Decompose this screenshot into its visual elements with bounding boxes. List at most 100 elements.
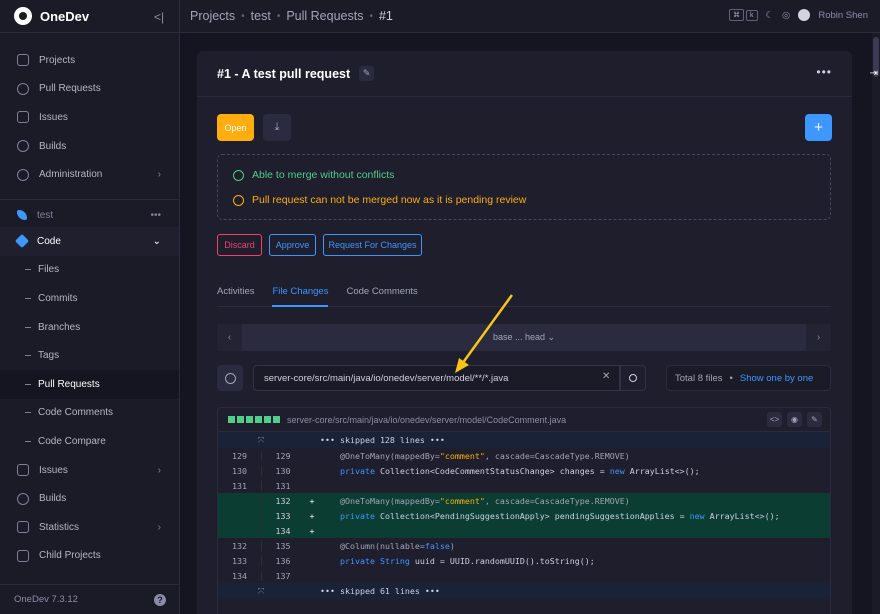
sidebar-item-branches[interactable]: Branches <box>0 313 179 342</box>
sidebar-item-label: Projects <box>39 54 76 66</box>
download-button[interactable]: ⤓ <box>263 114 291 141</box>
sidebar-item-project-issues[interactable]: Issues › <box>0 456 179 485</box>
play-icon <box>17 492 29 505</box>
version-label: OneDev 7.3.12 <box>14 594 78 605</box>
breadcrumb-projects[interactable]: Projects <box>190 9 235 23</box>
sidebar-item-administration[interactable]: Administration › <box>0 160 179 189</box>
sidebar-item-label: Builds <box>39 140 67 152</box>
sidebar-item-code[interactable]: Code ⌄ <box>0 226 179 256</box>
clear-icon[interactable]: ✕ <box>602 371 610 382</box>
gear-icon <box>17 168 29 181</box>
k-key-hint[interactable]: k <box>746 9 758 21</box>
chevron-right-icon: › <box>157 464 161 476</box>
sidebar: OneDev <| Projects Pull Requests Issues … <box>0 0 180 614</box>
skipped-lines-row[interactable]: ⤧ ••• skipped 61 lines ••• <box>218 583 830 599</box>
git-icon <box>14 234 30 249</box>
merge-warn-line: Pull request can not be merged now as it… <box>233 194 526 206</box>
sidebar-item-issues[interactable]: Issues <box>0 103 179 132</box>
sidebar-item-commits[interactable]: Commits <box>0 284 179 313</box>
edit-title-button[interactable]: ✎ <box>359 66 375 81</box>
sidebar-item-statistics[interactable]: Statistics › <box>0 513 179 542</box>
merge-warn-text: Pull request can not be merged now as it… <box>252 194 527 206</box>
next-icon[interactable]: › <box>806 324 831 351</box>
discard-button[interactable]: Discard <box>217 234 262 256</box>
command-key-hint[interactable]: ⌘ <box>729 9 745 21</box>
breadcrumb-separator: • <box>276 10 281 22</box>
expand-icon: ⤧ <box>257 434 265 445</box>
compare-selector[interactable]: base ... head ⌄ <box>217 332 831 343</box>
edit-icon[interactable]: ✎ <box>807 412 822 427</box>
sidebar-item-label: Issues <box>39 464 68 476</box>
merge-ok-text: Able to merge without conflicts <box>252 169 395 181</box>
more-actions-icon[interactable]: ••• <box>816 65 832 79</box>
breadcrumb-separator: • <box>241 10 245 22</box>
file-diff: server-core/src/main/java/io/onedev/serv… <box>217 407 831 614</box>
tab-activities[interactable]: Activities <box>217 279 254 306</box>
onedev-logo-icon <box>14 7 32 25</box>
sidebar-item-project-builds[interactable]: Builds <box>0 484 179 513</box>
diff-line: 129 129 @OneToMany(mappedBy="comment", ca… <box>232 450 630 461</box>
sidebar-item-code-comments[interactable]: Code Comments <box>0 399 179 428</box>
sidebar-project[interactable]: test ••• <box>0 198 179 227</box>
merge-ok-line: Able to merge without conflicts <box>233 169 394 181</box>
tab-file-changes[interactable]: File Changes <box>272 279 328 307</box>
diff-options-button[interactable] <box>217 365 243 391</box>
pull-request-card: #1 - A test pull request ✎ ••• Open ⤓ + … <box>197 51 852 614</box>
bug-icon <box>17 111 29 124</box>
diff-line-added: 134 + <box>218 523 830 538</box>
code-view-icon[interactable]: <> <box>767 412 782 427</box>
user-name[interactable]: Robin Shen <box>818 10 868 21</box>
request-changes-button[interactable]: Request For Changes <box>323 234 422 256</box>
sidebar-item-label: Child Projects <box>39 550 101 562</box>
avatar[interactable] <box>798 9 811 21</box>
file-filter-input[interactable] <box>253 365 620 391</box>
merge-status-box: Able to merge without conflicts Pull req… <box>217 154 831 220</box>
sidebar-item-projects[interactable]: Projects <box>0 46 179 75</box>
bar-chart-icon <box>17 521 29 534</box>
brand-name: OneDev <box>40 8 90 24</box>
collapse-sidebar-icon[interactable]: <| <box>154 10 164 24</box>
brand[interactable]: OneDev <| <box>0 0 179 33</box>
breadcrumb-pull-requests[interactable]: Pull Requests <box>286 9 363 23</box>
sidebar-item-code-pull-requests[interactable]: Pull Requests <box>0 369 179 399</box>
mouse-cursor-icon: ⇥ <box>869 68 878 79</box>
diff-file-path[interactable]: server-core/src/main/java/io/onedev/serv… <box>287 415 566 425</box>
help-icon[interactable]: ? <box>154 594 166 606</box>
sidebar-item-label: Commits <box>38 292 78 304</box>
clock-icon <box>233 194 244 206</box>
diff-line-added: 133 + private Collection<PendingSuggestio… <box>218 508 830 523</box>
file-count-box: Total 8 files • Show one by one <box>666 365 831 391</box>
sidebar-item-files[interactable]: Files <box>0 256 179 285</box>
eye-icon[interactable]: ◉ <box>787 412 802 427</box>
show-one-by-one-link[interactable]: Show one by one <box>740 373 813 384</box>
sidebar-item-label: Branches <box>38 321 81 333</box>
skipped-lines-row[interactable]: ⤧ ••• skipped 128 lines ••• <box>218 432 830 448</box>
sidebar-item-tags[interactable]: Tags <box>0 341 179 370</box>
moon-icon[interactable]: ☾ <box>766 10 775 21</box>
tab-code-comments[interactable]: Code Comments <box>346 279 417 306</box>
open-status-button[interactable]: Open <box>217 114 254 141</box>
sidebar-item-label: Files <box>38 264 60 276</box>
sidebar-item-child-projects[interactable]: Child Projects <box>0 542 179 571</box>
github-icon[interactable]: ◎ <box>782 10 790 21</box>
compare-label: base ... head <box>492 332 545 342</box>
search-button[interactable] <box>620 365 646 391</box>
scrollbar[interactable] <box>872 33 880 614</box>
rocket-icon <box>17 210 27 221</box>
chevron-right-icon: › <box>157 169 161 181</box>
sidebar-item-label: Administration <box>39 169 103 181</box>
sidebar-item-code-compare[interactable]: Code Compare <box>0 427 179 456</box>
pull-request-icon <box>17 82 29 95</box>
gear-icon <box>224 372 236 384</box>
sidebar-item-pull-requests[interactable]: Pull Requests <box>0 75 179 104</box>
skipped-lines-label: ••• skipped 61 lines ••• <box>320 586 440 596</box>
more-icon[interactable]: ••• <box>150 210 161 221</box>
sidebar-item-label: Code Compare <box>38 435 106 447</box>
approve-button[interactable]: Approve <box>269 234 316 256</box>
main-content: #1 - A test pull request ✎ ••• Open ⤓ + … <box>180 33 880 614</box>
chevron-right-icon: › <box>157 521 161 533</box>
play-icon <box>17 140 29 153</box>
sidebar-item-builds[interactable]: Builds <box>0 132 179 161</box>
breadcrumb-project[interactable]: test <box>251 9 271 23</box>
add-button[interactable]: + <box>805 114 832 141</box>
